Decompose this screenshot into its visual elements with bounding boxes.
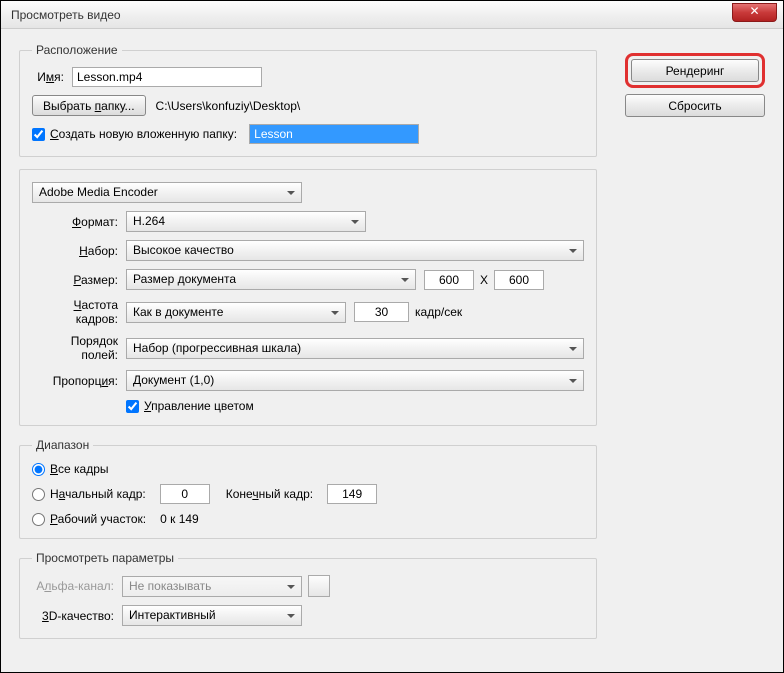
range-work-label: Рабочий участок: [50,512,154,526]
name-input[interactable] [72,67,262,87]
range-start-input[interactable] [160,484,210,504]
size-select[interactable]: Размер документа [126,269,416,290]
size-width-input[interactable] [424,270,474,290]
range-end-label: Конечный кадр: [226,487,321,501]
range-start-radio[interactable] [32,488,45,501]
subfolder-label: Создать новую вложенную папку: [50,127,237,141]
reset-button[interactable]: Сбросить [625,94,765,117]
alpha-label: Альфа-канал: [32,579,122,593]
window-title: Просмотреть видео [11,8,121,22]
preset-select[interactable]: Высокое качество [126,240,584,261]
choose-folder-button[interactable]: Выбрать папку... [32,95,146,116]
range-end-input[interactable] [327,484,377,504]
size-label: Размер: [32,273,126,287]
format-select[interactable]: H.264 [126,211,366,232]
preset-label: Набор: [32,244,126,258]
range-group: Диапазон Все кадры Начальный кадр: Конеч… [19,438,597,539]
render-button[interactable]: Рендеринг [631,59,759,82]
range-work-range: 0 к 149 [154,512,205,526]
format-label: Формат: [32,215,126,229]
range-all-radio[interactable] [32,463,45,476]
subfolder-checkbox[interactable] [32,128,45,141]
fps-unit: кадр/сек [409,305,468,319]
preview-group: Просмотреть параметры Альфа-канал: Не по… [19,551,597,639]
colormgmt-checkbox[interactable] [126,400,139,413]
close-icon: ✕ [749,4,759,18]
name-label: Имя: [32,70,72,84]
size-height-input[interactable] [494,270,544,290]
q3d-label: 3D-качество: [32,609,122,623]
alpha-color-button[interactable] [308,575,330,597]
q3d-select[interactable]: Интерактивный [122,605,302,626]
range-work-radio[interactable] [32,513,45,526]
location-group: Расположение Имя: Выбрать папку... C:\Us… [19,43,597,157]
aspect-label: Пропорция: [32,374,126,388]
fps-label: Частота кадров: [32,298,126,326]
fps-input[interactable] [354,302,409,322]
fps-select[interactable]: Как в документе [126,302,346,323]
range-legend: Диапазон [32,438,93,452]
aspect-select[interactable]: Документ (1,0) [126,370,584,391]
size-x-label: X [474,273,494,287]
preview-legend: Просмотреть параметры [32,551,178,565]
fieldorder-select[interactable]: Набор (прогрессивная шкала) [126,338,584,359]
fieldorder-label: Порядок полей: [32,334,126,362]
colormgmt-label: Управление цветом [144,399,254,413]
close-button[interactable]: ✕ [732,3,777,22]
encoder-group: Adobe Media Encoder Формат: H.264 Набор:… [19,169,597,426]
range-start-label: Начальный кадр: [50,487,154,501]
path-text: C:\Users\konfuziy\Desktop\ [156,99,301,113]
render-button-highlight: Рендеринг [625,53,765,88]
subfolder-input[interactable] [249,124,419,144]
titlebar: Просмотреть видео ✕ [1,1,783,29]
range-all-label: Все кадры [50,462,109,476]
alpha-select: Не показывать [122,576,302,597]
location-legend: Расположение [32,43,122,57]
encoder-engine-select[interactable]: Adobe Media Encoder [32,182,302,203]
